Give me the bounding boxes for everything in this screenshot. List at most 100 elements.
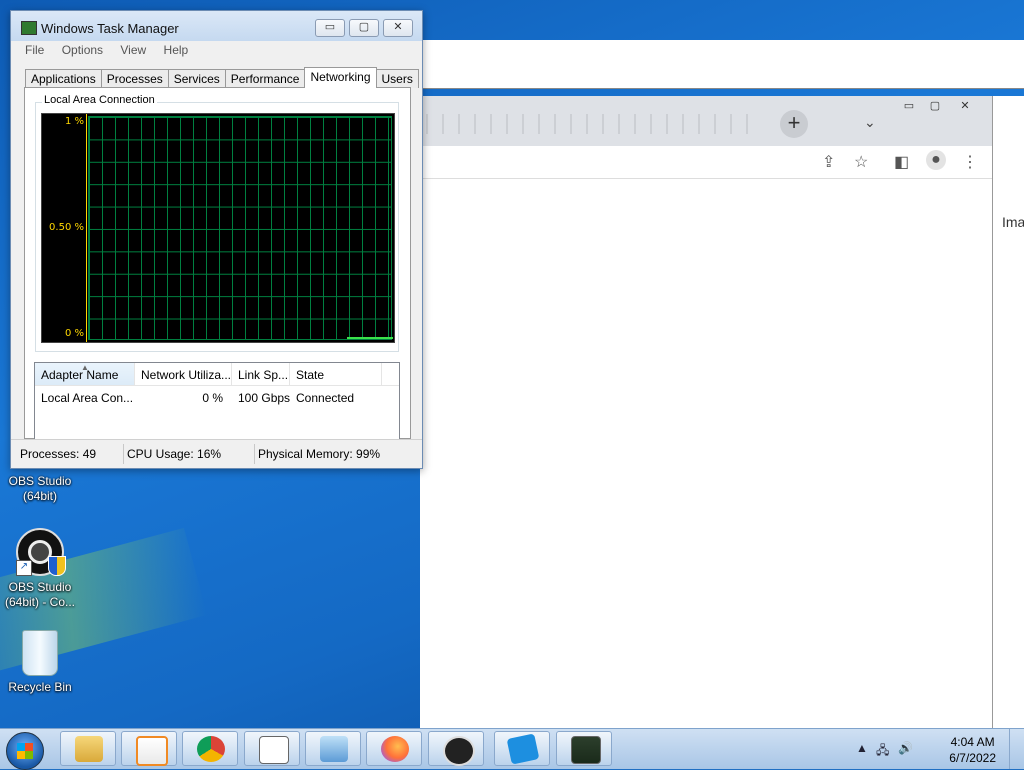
column-header-adapter-name[interactable]: ▲ Adapter Name xyxy=(35,363,135,385)
sort-arrow-icon: ▲ xyxy=(81,363,89,372)
sidepanel-icon[interactable]: ◧ xyxy=(894,152,909,172)
adapter-list[interactable]: ▲ Adapter Name Network Utiliza... Link S… xyxy=(34,362,400,442)
minimize-button[interactable]: ▭ xyxy=(315,19,345,37)
menu-help[interactable]: Help xyxy=(164,43,189,57)
taskbar-task-manager-button[interactable] xyxy=(556,731,612,766)
group-label: Local Area Connection xyxy=(42,94,157,106)
new-tab-button[interactable]: + xyxy=(780,110,808,138)
tab-strip[interactable]: + ⌄ ▭ ▢ ✕ xyxy=(420,96,992,146)
tab-processes[interactable]: Processes xyxy=(100,69,169,88)
taskbar-firefox-button[interactable] xyxy=(366,731,422,766)
utilization-trace xyxy=(347,337,393,339)
clock[interactable]: 4:04 AM 6/7/2022 xyxy=(949,734,996,766)
taskbar-explorer-button[interactable] xyxy=(60,731,116,766)
taskbar-control-panel-button[interactable] xyxy=(305,731,361,766)
connection-group: Local Area Connection 1 % 0.50 % 0 % xyxy=(35,94,399,352)
network-graph: 1 % 0.50 % 0 % xyxy=(41,113,395,343)
cell-state: Connected xyxy=(296,391,355,405)
status-bar: Processes: 49 CPU Usage: 16% Physical Me… xyxy=(11,439,422,468)
cell-adapter: Local Area Con... xyxy=(41,391,134,405)
task-manager-icon xyxy=(571,736,601,764)
column-header-link-speed[interactable]: Link Sp... xyxy=(232,363,290,385)
folder-icon xyxy=(75,736,103,762)
chrome-icon xyxy=(197,736,225,762)
tab-services[interactable]: Services xyxy=(167,69,226,88)
cell-utilization: 0 % xyxy=(202,391,223,405)
menu-bar: File Options View Help xyxy=(11,41,422,61)
playing-card-icon xyxy=(259,736,289,764)
status-processes: Processes: 49 xyxy=(20,447,97,461)
show-desktop-button[interactable] xyxy=(1009,729,1024,769)
share-icon[interactable]: ⇪ xyxy=(822,152,835,172)
taskbar-solitaire-button[interactable] xyxy=(244,731,300,766)
close-button[interactable]: ✕ xyxy=(383,19,413,37)
tab-list[interactable] xyxy=(426,114,756,134)
profile-icon[interactable]: ● xyxy=(926,150,946,170)
window-title: Windows Task Manager xyxy=(41,21,179,36)
menu-icon[interactable]: ⋮ xyxy=(962,152,978,172)
column-label: Adapter Name xyxy=(41,368,119,382)
y-axis-label-mid: 0.50 % xyxy=(49,222,84,233)
taskbar-chrome-button[interactable] xyxy=(182,731,238,766)
desktop-icon-label: OBS Studio (64bit) xyxy=(8,474,72,503)
status-memory: Physical Memory: 99% xyxy=(258,447,381,461)
obs-icon xyxy=(443,736,475,766)
desktop-icon-obs-studio-compat[interactable]: ↗ OBS Studio (64bit) - Co... xyxy=(0,528,80,610)
control-panel-icon xyxy=(320,736,348,762)
column-header-utilization[interactable]: Network Utiliza... xyxy=(135,363,232,385)
cell-link-speed: 100 Gbps xyxy=(238,391,291,405)
y-axis-label-max: 1 % xyxy=(64,116,84,127)
y-axis-label-min: 0 % xyxy=(64,328,84,339)
background-window-edge xyxy=(992,96,1024,728)
task-manager-icon xyxy=(21,21,37,35)
status-cpu: CPU Usage: 16% xyxy=(127,447,222,461)
y-axis-line xyxy=(86,114,87,342)
graph-grid xyxy=(88,116,393,340)
volume-icon[interactable]: 🔊 xyxy=(898,741,913,755)
desktop-icon-obs-studio[interactable]: OBS Studio (64bit) xyxy=(0,474,80,504)
show-hidden-icons-icon[interactable]: ▲ xyxy=(856,741,868,755)
task-manager-window[interactable]: Windows Task Manager ▭ ▢ ✕ File Options … xyxy=(10,10,423,469)
recycle-bin-icon xyxy=(22,630,58,676)
status-divider xyxy=(254,444,255,464)
taskbar-media-player-button[interactable] xyxy=(121,731,177,766)
tab-applications[interactable]: Applications xyxy=(25,69,102,88)
obs-icon: ↗ xyxy=(16,528,66,576)
tab-search-chevron-icon[interactable]: ⌄ xyxy=(864,114,876,131)
menu-options[interactable]: Options xyxy=(62,43,103,57)
clock-time: 4:04 AM xyxy=(950,735,995,749)
taskbar-roblox-button[interactable] xyxy=(494,731,550,766)
start-button[interactable] xyxy=(6,732,44,770)
column-header-state[interactable]: State xyxy=(290,363,382,385)
menu-file[interactable]: File xyxy=(25,43,44,57)
system-tray: ▲ 🖧 🔊 4:04 AM 6/7/2022 xyxy=(854,729,1024,769)
desktop-icon-recycle-bin[interactable]: Recycle Bin xyxy=(0,630,80,695)
desktop-icon-label: OBS Studio (64bit) - Co... xyxy=(4,580,76,609)
roblox-icon xyxy=(506,733,540,765)
firefox-icon xyxy=(381,736,409,762)
background-window-bar xyxy=(420,76,1024,89)
clock-date: 6/7/2022 xyxy=(949,751,996,765)
title-bar[interactable]: Windows Task Manager ▭ ▢ ✕ xyxy=(11,11,422,41)
browser-maximize-button[interactable]: ▢ xyxy=(922,99,948,115)
media-player-icon xyxy=(136,736,168,766)
tab-bar: Applications Processes Services Performa… xyxy=(25,67,419,88)
partial-window-text: Ima xyxy=(1002,214,1024,230)
chrome-window[interactable]: + ⌄ ▭ ▢ ✕ ⇪ ☆ ◧ ● ⋮ xyxy=(420,96,992,728)
background-window-stack xyxy=(420,40,1024,98)
browser-toolbar: ⇪ ☆ ◧ ● ⋮ xyxy=(420,146,992,179)
tab-performance[interactable]: Performance xyxy=(224,69,306,88)
browser-minimize-button[interactable]: ▭ xyxy=(896,99,922,115)
maximize-button[interactable]: ▢ xyxy=(349,19,379,37)
menu-view[interactable]: View xyxy=(120,43,146,57)
browser-close-button[interactable]: ✕ xyxy=(952,99,978,115)
networking-panel: Local Area Connection 1 % 0.50 % 0 % ▲ A… xyxy=(24,87,411,442)
list-header: ▲ Adapter Name Network Utiliza... Link S… xyxy=(35,363,399,386)
taskbar: ▲ 🖧 🔊 4:04 AM 6/7/2022 xyxy=(0,728,1024,770)
taskbar-obs-button[interactable] xyxy=(428,731,484,766)
network-icon[interactable]: 🖧 xyxy=(876,741,889,762)
shortcut-arrow-icon: ↗ xyxy=(16,560,32,576)
star-icon[interactable]: ☆ xyxy=(854,152,868,172)
tab-users[interactable]: Users xyxy=(375,69,419,88)
tab-networking[interactable]: Networking xyxy=(304,67,377,88)
